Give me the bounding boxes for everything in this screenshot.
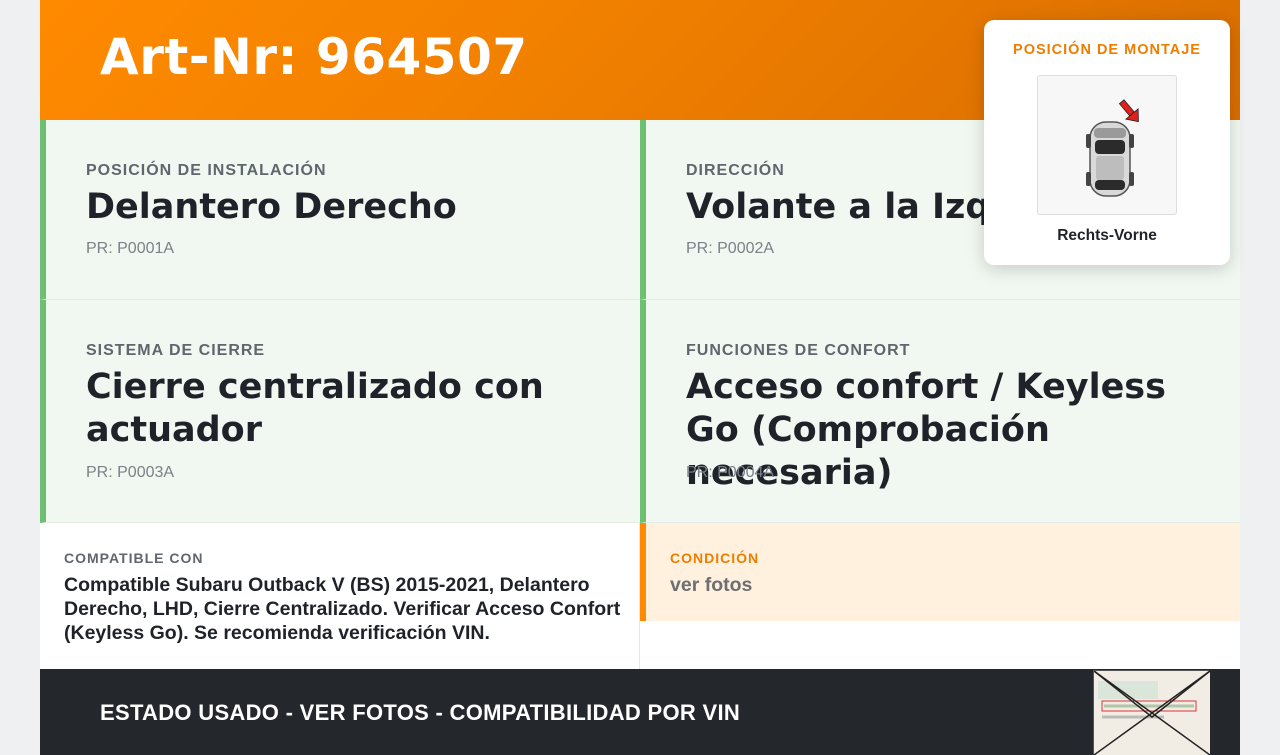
detail-label: SISTEMA DE CIERRE bbox=[86, 342, 266, 359]
compatibility-text: Compatible Subaru Outback V (BS) 2015-20… bbox=[64, 574, 621, 644]
vin-plate-image-icon bbox=[1093, 670, 1211, 755]
condition-box: CONDICIÓN ver fotos bbox=[640, 523, 1240, 621]
detail-value: Delantero Derecho bbox=[86, 187, 457, 227]
detail-label: DIRECCIÓN bbox=[686, 162, 785, 179]
article-number-title: Art-Nr: 964507 bbox=[100, 28, 528, 86]
detail-value: Cierre centralizado con actuador bbox=[86, 367, 544, 450]
condition-label: CONDICIÓN bbox=[670, 550, 760, 566]
detail-card-installation-position: POSICIÓN DE INSTALACIÓN Delantero Derech… bbox=[40, 120, 640, 300]
detail-label: FUNCIONES DE CONFORT bbox=[686, 342, 911, 359]
compatibility-box: COMPATIBLE CON Compatible Subaru Outback… bbox=[40, 523, 640, 669]
footer-status-text: ESTADO USADO - VER FOTOS - COMPATIBILIDA… bbox=[100, 700, 741, 725]
detail-pr-code: PR: P0001A bbox=[86, 240, 175, 257]
arrow-icon bbox=[1118, 99, 1139, 123]
detail-pr-code: PR: P0004A bbox=[686, 464, 775, 481]
detail-pr-code: PR: P0002A bbox=[686, 240, 775, 257]
detail-pr-code: PR: P0003A bbox=[86, 464, 175, 481]
mount-position-title: POSICIÓN DE MONTAJE bbox=[1013, 42, 1201, 58]
condition-text: ver fotos bbox=[670, 574, 753, 596]
vin-plate-thumbnail[interactable] bbox=[1093, 670, 1211, 755]
car-top-view-icon bbox=[1086, 99, 1139, 197]
detail-label: POSICIÓN DE INSTALACIÓN bbox=[86, 162, 327, 179]
mount-position-popup: POSICIÓN DE MONTAJE Rechts-Vorne bbox=[984, 20, 1230, 265]
compatibility-label: COMPATIBLE CON bbox=[64, 550, 204, 566]
detail-card-comfort-functions: FUNCIONES DE CONFORT Acceso confort / Ke… bbox=[640, 300, 1240, 523]
footer-bar: ESTADO USADO - VER FOTOS - COMPATIBILIDA… bbox=[40, 669, 1240, 755]
mount-position-caption: Rechts-Vorne bbox=[1057, 227, 1157, 244]
mount-position-image[interactable] bbox=[1037, 75, 1177, 215]
detail-card-locking-system: SISTEMA DE CIERRE Cierre centralizado co… bbox=[40, 300, 640, 523]
